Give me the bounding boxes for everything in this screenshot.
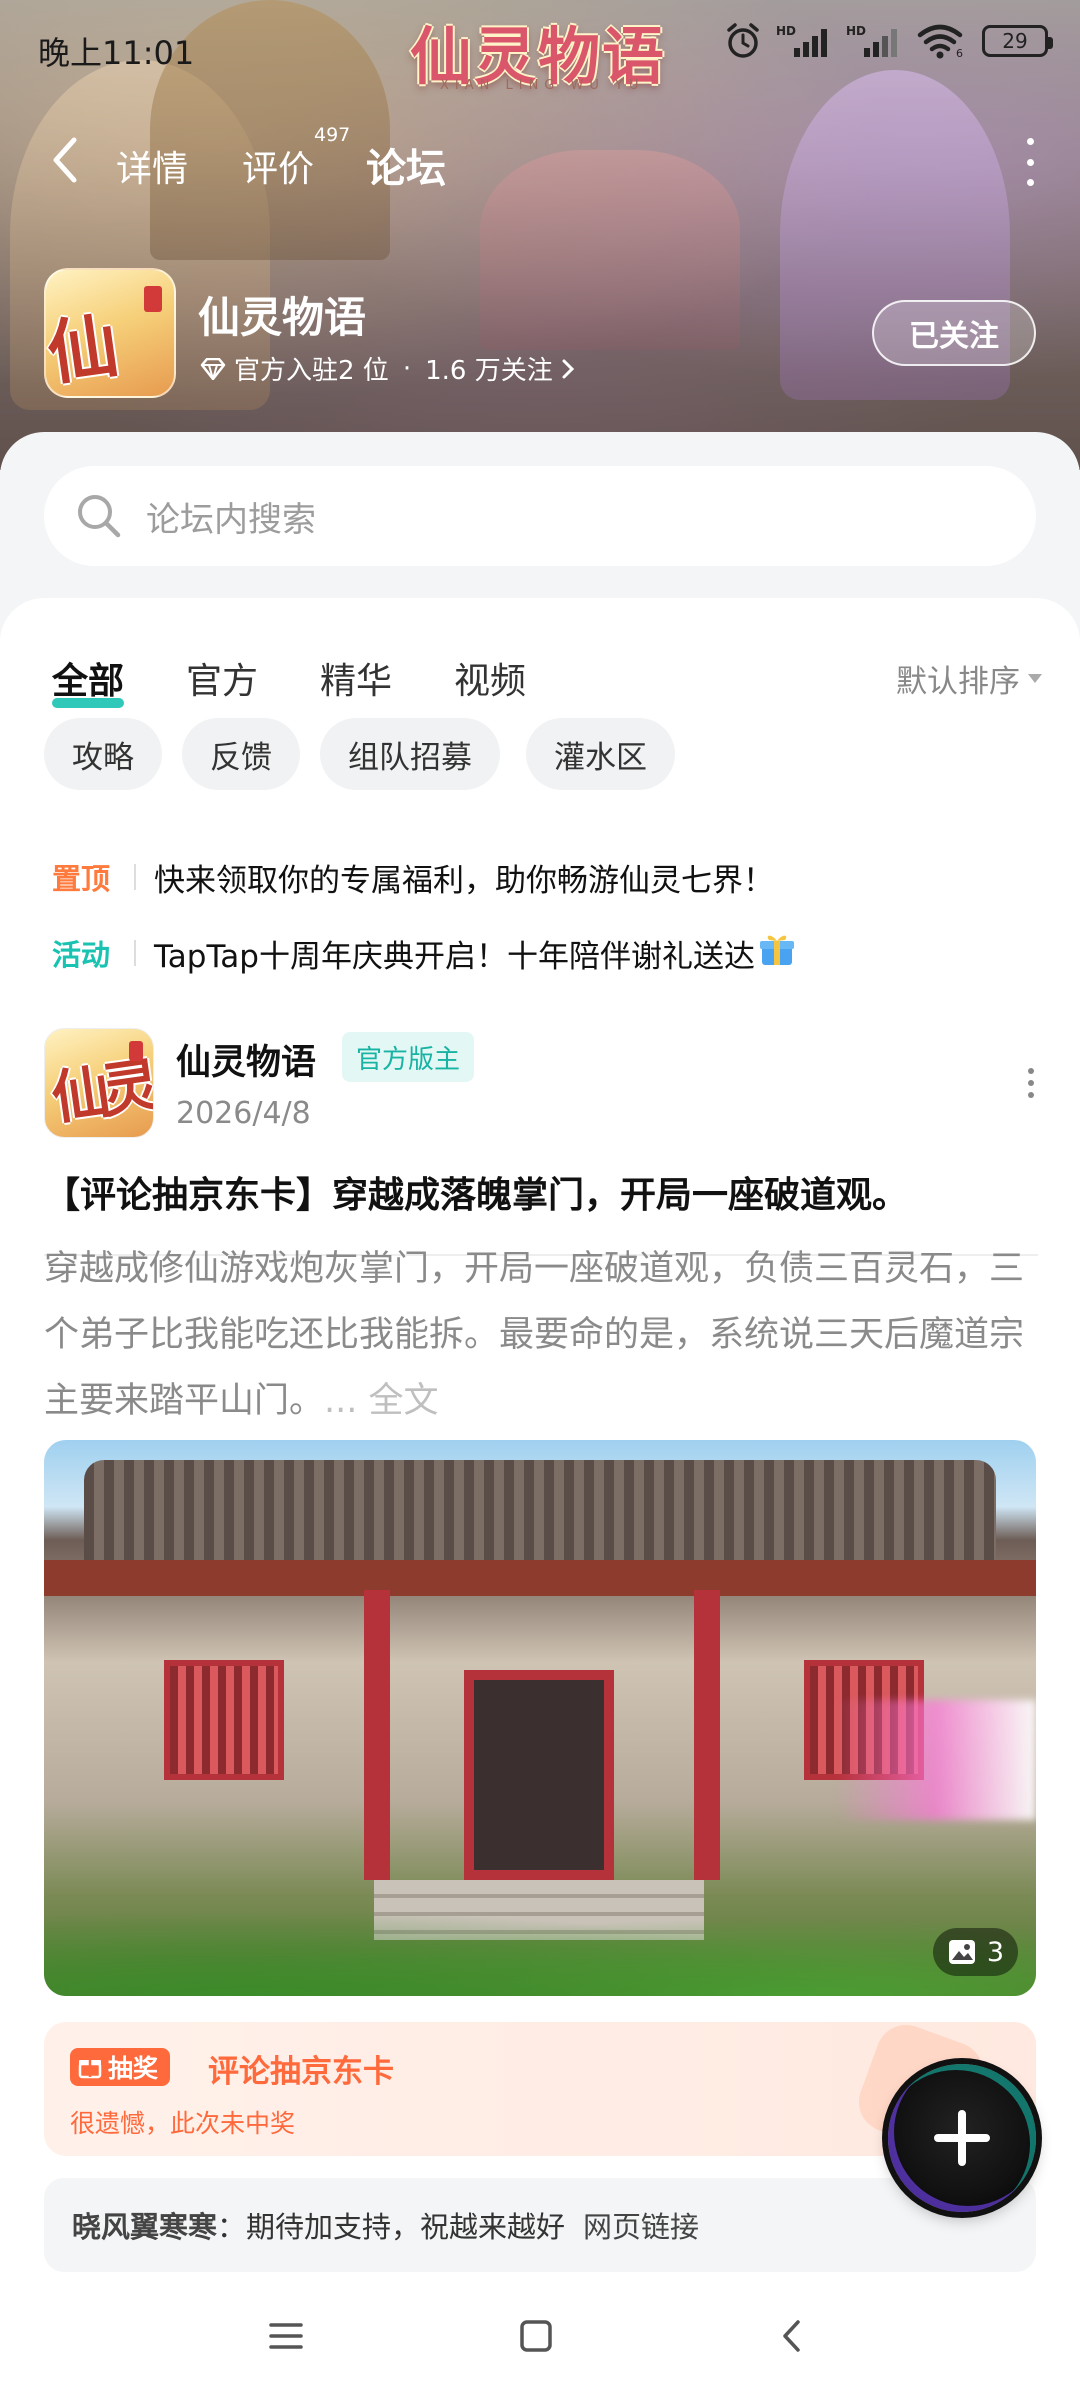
tab-forum[interactable]: 论坛 bbox=[366, 136, 446, 194]
system-back-button[interactable] bbox=[764, 2308, 820, 2364]
post-more-button[interactable] bbox=[1024, 1068, 1038, 1098]
top-nav: 详情 评价 497 论坛 bbox=[0, 120, 1080, 200]
caret-down-icon bbox=[1028, 674, 1042, 683]
event-label: 活动 bbox=[52, 938, 111, 972]
post-image[interactable]: 3 bbox=[44, 1440, 1036, 1996]
official-count: 官方入驻2 位 bbox=[234, 356, 389, 386]
app-meta[interactable]: 官方入驻2 位 · 1.6 万关注 bbox=[200, 350, 575, 387]
lottery-tag-label: 抽奖 bbox=[108, 2054, 159, 2083]
battery-indicator: 29 bbox=[982, 25, 1053, 57]
status-time: 晚上11:01 bbox=[38, 34, 195, 72]
wifi-icon: 6 bbox=[917, 24, 963, 59]
image-count-badge: 3 bbox=[932, 1928, 1018, 1976]
system-nav-bar bbox=[0, 2272, 1080, 2400]
filter-tab-featured[interactable]: 精华 bbox=[320, 652, 392, 704]
read-more-link[interactable]: ... 全文 bbox=[324, 1381, 439, 1421]
back-button[interactable] bbox=[44, 134, 88, 186]
more-dot-icon bbox=[1026, 138, 1034, 145]
follow-button[interactable]: 已关注 bbox=[872, 300, 1036, 366]
menu-icon bbox=[269, 2323, 303, 2349]
review-count: 497 bbox=[314, 124, 351, 146]
sort-label: 默认排序 bbox=[896, 664, 1020, 700]
more-dot-icon bbox=[1028, 1068, 1034, 1074]
signal-icon-2: HD bbox=[846, 24, 897, 57]
chip-team-recruit[interactable]: 组队招募 bbox=[320, 718, 500, 790]
meta-dot: · bbox=[402, 353, 412, 384]
comment-text: 期待加支持，祝越来越好 bbox=[246, 2210, 566, 2244]
post-body-text: 穿越成修仙游戏炮灰掌门，开局一座破道观，负债三百灵石，三个弟子比我能吃还比我能拆… bbox=[44, 1249, 1025, 1421]
chip-feedback[interactable]: 反馈 bbox=[182, 718, 300, 790]
signal-icon: HD bbox=[776, 24, 827, 57]
search-input[interactable]: 论坛内搜索 bbox=[146, 492, 316, 541]
tab-details[interactable]: 详情 bbox=[116, 140, 188, 192]
filter-tab-label: 全部 bbox=[52, 661, 125, 702]
filter-tab-video[interactable]: 视频 bbox=[454, 652, 526, 704]
more-dot-icon bbox=[1028, 1092, 1034, 1098]
follower-count: 1.6 万关注 bbox=[425, 356, 553, 386]
post-author-name[interactable]: 仙灵物语 bbox=[176, 1034, 316, 1085]
image-count: 3 bbox=[986, 1936, 1004, 1968]
tab-forum-label: 论坛 bbox=[366, 146, 446, 192]
moderator-badge: 官方版主 bbox=[342, 1032, 475, 1082]
more-dot-icon bbox=[1026, 179, 1034, 186]
back-chevron-icon bbox=[783, 2320, 800, 2352]
lottery-title: 评论抽京东卡 bbox=[208, 2054, 394, 2090]
plus-icon bbox=[934, 2110, 990, 2166]
home-button[interactable] bbox=[508, 2308, 564, 2364]
svg-text:HD: HD bbox=[776, 24, 796, 38]
temple-roof bbox=[84, 1460, 996, 1570]
svg-text:HD: HD bbox=[846, 24, 866, 38]
search-bar[interactable]: 论坛内搜索 bbox=[44, 466, 1036, 566]
more-dot-icon bbox=[1028, 1080, 1034, 1086]
lottery-tag: 抽奖 bbox=[70, 2048, 171, 2086]
gift-icon bbox=[759, 935, 794, 965]
pinned-text: 快来领取你的专属福利，助你畅游仙灵七界！ bbox=[154, 862, 774, 899]
home-square-icon bbox=[520, 2320, 552, 2352]
comment-author[interactable]: 晓风翼寒寒 bbox=[72, 2204, 217, 2246]
temple-door bbox=[464, 1670, 614, 1880]
lottery-result: 很遗憾，此次未中奖 bbox=[70, 2109, 296, 2138]
event-notice[interactable]: 活动 TapTap十周年庆典开启！十年陪伴谢礼送达 bbox=[52, 928, 1042, 978]
chip-chat[interactable]: 灌水区 bbox=[526, 718, 675, 790]
svg-text:6: 6 bbox=[956, 47, 963, 59]
search-icon bbox=[78, 495, 121, 538]
pinned-notice[interactable]: 置顶 快来领取你的专属福利，助你畅游仙灵七界！ bbox=[52, 852, 1042, 902]
chevron-right-icon bbox=[562, 359, 574, 378]
post-title[interactable]: 【评论抽京东卡】穿越成落魄掌门，开局一座破道观。 bbox=[44, 1166, 1044, 1218]
image-icon bbox=[948, 1940, 975, 1964]
app-icon[interactable]: 仙灵 bbox=[44, 268, 176, 398]
post-body[interactable]: 穿越成修仙游戏炮灰掌门，开局一座破道观，负债三百灵石，三个弟子比我能吃还比我能拆… bbox=[44, 1236, 1044, 1434]
post-author-avatar[interactable]: 仙灵 bbox=[44, 1028, 154, 1138]
more-options-button[interactable] bbox=[1020, 138, 1040, 186]
diamond-icon bbox=[200, 357, 226, 380]
event-text: TapTap十周年庆典开启！十年陪伴谢礼送达 bbox=[154, 938, 755, 975]
gift-icon bbox=[78, 2060, 102, 2079]
chip-guides[interactable]: 攻略 bbox=[44, 718, 162, 790]
new-post-button[interactable] bbox=[888, 2064, 1036, 2212]
filter-tab-all[interactable]: 全部 bbox=[52, 652, 125, 708]
banner-game-logo-sub: XIAN LING WU YU bbox=[440, 78, 645, 93]
sort-dropdown[interactable]: 默认排序 bbox=[896, 656, 1042, 701]
alarm-icon bbox=[727, 23, 759, 58]
menu-button[interactable] bbox=[258, 2308, 314, 2364]
more-dot-icon bbox=[1026, 158, 1034, 166]
comment-link[interactable]: 网页链接 bbox=[583, 2204, 699, 2246]
back-arrow-icon bbox=[53, 137, 77, 183]
tab-reviews[interactable]: 评价 bbox=[242, 140, 314, 192]
pinned-label: 置顶 bbox=[52, 862, 111, 896]
app-name: 仙灵物语 bbox=[198, 293, 367, 342]
status-icons: HD HD 6 29 bbox=[724, 22, 1053, 60]
post-date: 2026/4/8 bbox=[176, 1096, 311, 1131]
comment-preview[interactable]: 晓风翼寒寒 ： 期待加支持，祝越来越好 网页链接 bbox=[44, 2178, 1036, 2272]
filter-tab-official[interactable]: 官方 bbox=[186, 652, 258, 704]
